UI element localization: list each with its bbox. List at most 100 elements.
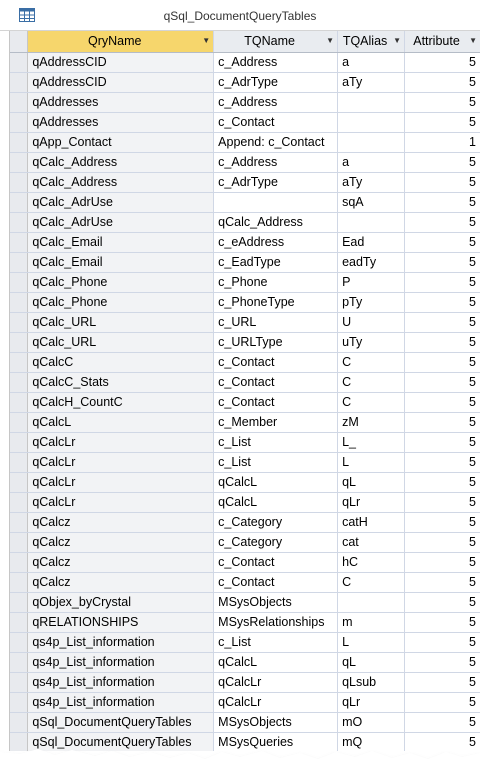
cell-tqname[interactable]: qCalcLr	[213, 672, 339, 693]
cell-attribute[interactable]: 5	[404, 352, 480, 373]
cell-qryname[interactable]: qCalc_Phone	[27, 272, 215, 293]
table-row[interactable]: qCalcLr qCalcL qL 5	[10, 472, 480, 493]
cell-tqalias[interactable]: C	[337, 372, 406, 393]
cell-tqalias[interactable]: L_	[337, 432, 406, 453]
cell-qryname[interactable]: qCalcC_Stats	[27, 372, 215, 393]
cell-attribute[interactable]: 5	[404, 652, 480, 673]
cell-qryname[interactable]: qCalcLr	[27, 472, 215, 493]
cell-qryname[interactable]: qRELATIONSHIPS	[27, 612, 215, 633]
cell-tqname[interactable]: c_Category	[213, 512, 339, 533]
cell-tqname[interactable]: c_List	[213, 432, 339, 453]
cell-tqname[interactable]: c_Address	[213, 152, 339, 173]
cell-qryname[interactable]: qCalc_Email	[27, 252, 215, 273]
cell-attribute[interactable]: 5	[404, 592, 480, 613]
dropdown-arrow-icon[interactable]: ▼	[469, 36, 477, 45]
table-row[interactable]: qCalc_AdrUse sqA 5	[10, 192, 480, 213]
table-row[interactable]: qs4p_List_information qCalcL qL 5	[10, 652, 480, 673]
cell-qryname[interactable]: qAddresses	[27, 112, 215, 133]
cell-tqname[interactable]: c_Address	[213, 52, 339, 73]
cell-tqname[interactable]: c_Contact	[213, 572, 339, 593]
cell-qryname[interactable]: qCalc_URL	[27, 332, 215, 353]
cell-tqalias[interactable]: m	[337, 612, 406, 633]
cell-tqalias[interactable]	[337, 112, 406, 133]
table-row[interactable]: qAddressCID c_AdrType aTy 5	[10, 72, 480, 93]
record-selector[interactable]	[10, 612, 29, 633]
cell-qryname[interactable]: qCalc_URL	[27, 312, 215, 333]
cell-attribute[interactable]: 5	[404, 672, 480, 693]
cell-qryname[interactable]: qCalcLr	[27, 492, 215, 513]
table-row[interactable]: qs4p_List_information qCalcLr qLr 5	[10, 692, 480, 713]
cell-tqname[interactable]: MSysObjects	[213, 712, 339, 733]
cell-attribute[interactable]: 5	[404, 92, 480, 113]
record-selector[interactable]	[10, 672, 29, 693]
cell-qryname[interactable]: qApp_Contact	[27, 132, 215, 153]
cell-attribute[interactable]: 5	[404, 472, 480, 493]
cell-attribute[interactable]: 5	[404, 212, 480, 233]
cell-attribute[interactable]: 5	[404, 412, 480, 433]
cell-qryname[interactable]: qAddresses	[27, 92, 215, 113]
cell-attribute[interactable]: 5	[404, 112, 480, 133]
cell-attribute[interactable]: 5	[404, 392, 480, 413]
table-row[interactable]: qCalc_Address c_Address a 5	[10, 152, 480, 173]
cell-tqname[interactable]: qCalcL	[213, 492, 339, 513]
table-row[interactable]: qCalcz c_Category cat 5	[10, 532, 480, 553]
table-row[interactable]: qs4p_List_information qCalcLr qLsub 5	[10, 672, 480, 693]
cell-qryname[interactable]: qCalcz	[27, 552, 215, 573]
cell-tqalias[interactable]: C	[337, 392, 406, 413]
table-row[interactable]: qCalc_Email c_EadType eadTy 5	[10, 252, 480, 273]
cell-qryname[interactable]: qCalc_Phone	[27, 292, 215, 313]
cell-qryname[interactable]: qCalc_Address	[27, 172, 215, 193]
record-selector[interactable]	[10, 172, 29, 193]
table-row[interactable]: qCalc_URL c_URL U 5	[10, 312, 480, 333]
table-row[interactable]: qCalcLr c_List L_ 5	[10, 432, 480, 453]
cell-tqalias[interactable]: eadTy	[337, 252, 406, 273]
cell-tqalias[interactable]: L	[337, 632, 406, 653]
cell-attribute[interactable]: 5	[404, 692, 480, 713]
cell-attribute[interactable]: 5	[404, 332, 480, 353]
cell-qryname[interactable]: qCalcz	[27, 572, 215, 593]
cell-qryname[interactable]: qCalc_AdrUse	[27, 212, 215, 233]
cell-attribute[interactable]: 5	[404, 152, 480, 173]
cell-attribute[interactable]: 5	[404, 552, 480, 573]
cell-tqalias[interactable]: aTy	[337, 72, 406, 93]
cell-tqname[interactable]: c_eAddress	[213, 232, 339, 253]
cell-qryname[interactable]: qCalc_Email	[27, 232, 215, 253]
select-all-corner[interactable]	[10, 31, 29, 53]
cell-tqalias[interactable]: uTy	[337, 332, 406, 353]
cell-tqalias[interactable]: a	[337, 52, 406, 73]
cell-qryname[interactable]: qs4p_List_information	[27, 672, 215, 693]
cell-tqalias[interactable]: qL	[337, 472, 406, 493]
table-row[interactable]: qCalcC c_Contact C 5	[10, 352, 480, 373]
record-selector[interactable]	[10, 632, 29, 653]
cell-tqname[interactable]: qCalcLr	[213, 692, 339, 713]
cell-tqname[interactable]: qCalcL	[213, 472, 339, 493]
table-row[interactable]: qCalc_Address c_AdrType aTy 5	[10, 172, 480, 193]
cell-qryname[interactable]: qAddressCID	[27, 72, 215, 93]
record-selector[interactable]	[10, 52, 29, 73]
table-row[interactable]: qCalc_AdrUse qCalc_Address 5	[10, 212, 480, 233]
table-row[interactable]: qCalcH_CountC c_Contact C 5	[10, 392, 480, 413]
cell-tqalias[interactable]: L	[337, 452, 406, 473]
cell-tqname[interactable]: Append: c_Contact	[213, 132, 339, 153]
cell-qryname[interactable]: qs4p_List_information	[27, 652, 215, 673]
cell-attribute[interactable]: 5	[404, 452, 480, 473]
cell-attribute[interactable]: 5	[404, 532, 480, 553]
cell-tqalias[interactable]: pTy	[337, 292, 406, 313]
column-header-tqalias[interactable]: TQAlias ▼	[337, 31, 406, 53]
record-selector[interactable]	[10, 712, 29, 733]
cell-qryname[interactable]: qSql_DocumentQueryTables	[27, 712, 215, 733]
table-row[interactable]: qCalc_Phone c_PhoneType pTy 5	[10, 292, 480, 313]
record-selector[interactable]	[10, 352, 29, 373]
cell-attribute[interactable]: 5	[404, 172, 480, 193]
table-row[interactable]: qAddresses c_Contact 5	[10, 112, 480, 133]
cell-tqname[interactable]: c_URLType	[213, 332, 339, 353]
cell-tqalias[interactable]: C	[337, 572, 406, 593]
cell-tqname[interactable]: c_Member	[213, 412, 339, 433]
record-selector[interactable]	[10, 552, 29, 573]
record-selector[interactable]	[10, 512, 29, 533]
cell-tqname[interactable]: MSysObjects	[213, 592, 339, 613]
cell-tqname[interactable]: c_Contact	[213, 552, 339, 573]
cell-attribute[interactable]: 5	[404, 232, 480, 253]
cell-attribute[interactable]: 5	[404, 572, 480, 593]
cell-tqalias[interactable]	[337, 132, 406, 153]
